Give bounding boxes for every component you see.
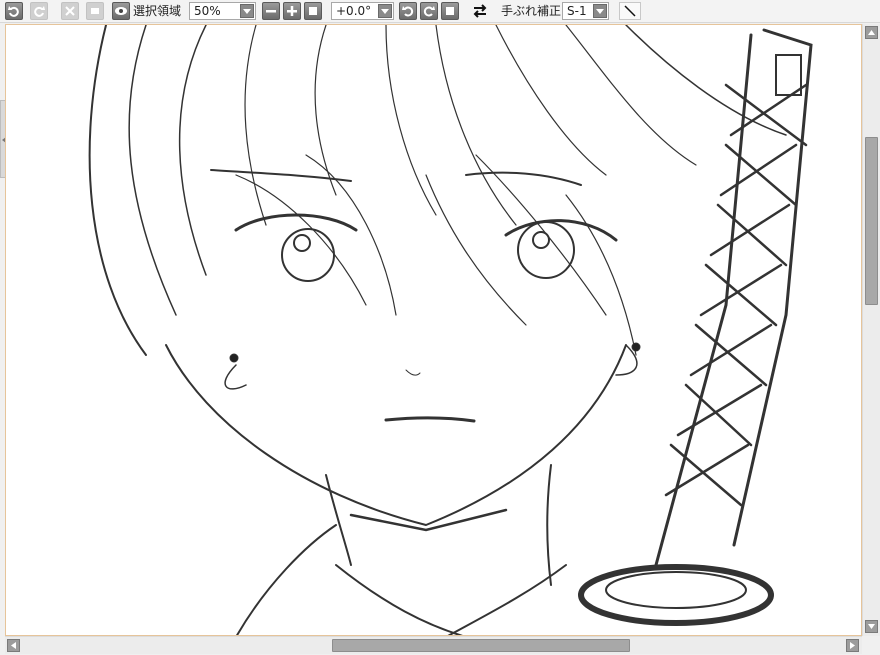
- rotate-right-button[interactable]: [420, 2, 438, 20]
- cut-icon: [65, 6, 75, 16]
- line-tool-button[interactable]: [619, 2, 641, 20]
- zoom-select[interactable]: 50%: [189, 2, 256, 20]
- chevron-down-icon: [593, 4, 607, 18]
- redo-button[interactable]: [30, 2, 48, 20]
- undo-button[interactable]: [5, 2, 23, 20]
- rotate-left-button[interactable]: [399, 2, 417, 20]
- plus-icon: [287, 6, 297, 16]
- stabilizer-label: 手ぶれ補正: [501, 4, 562, 18]
- flip-horizontal-button[interactable]: [470, 2, 490, 20]
- scroll-up-button[interactable]: [865, 26, 878, 39]
- minus-icon: [266, 10, 276, 13]
- eye-icon: [115, 7, 127, 15]
- zoom-reset-button[interactable]: [304, 2, 322, 20]
- top-toolbar: 選択領域 50% +0.0° 手ぶれ補正 S-1: [0, 0, 880, 23]
- rotation-reset-button[interactable]: [441, 2, 459, 20]
- chevron-left-icon: [11, 642, 16, 649]
- square-icon: [446, 7, 454, 15]
- redo-icon: [34, 6, 45, 17]
- vertical-scrollbar[interactable]: [862, 24, 880, 636]
- vertical-scroll-thumb[interactable]: [865, 137, 878, 305]
- sketch-artwork: [88, 25, 813, 635]
- zoom-in-button[interactable]: [283, 2, 301, 20]
- horizontal-scroll-thumb[interactable]: [332, 639, 630, 652]
- square-icon: [309, 7, 317, 15]
- rotate-left-icon: [402, 6, 414, 17]
- chevron-down-icon: [868, 624, 875, 629]
- chevron-right-icon: [850, 642, 855, 649]
- clear-button[interactable]: [86, 2, 104, 20]
- zoom-out-button[interactable]: [262, 2, 280, 20]
- scroll-right-button[interactable]: [846, 639, 859, 652]
- scroll-down-button[interactable]: [865, 620, 878, 633]
- flip-icon: [473, 4, 487, 18]
- selection-view-toggle[interactable]: [112, 2, 130, 20]
- stabilizer-value: S-1: [567, 4, 587, 18]
- chevron-down-icon: [378, 4, 392, 18]
- rotation-value: +0.0°: [336, 4, 372, 18]
- drawing-canvas[interactable]: [5, 24, 862, 636]
- cut-button[interactable]: [61, 2, 79, 20]
- rotate-right-icon: [423, 6, 435, 17]
- rotation-select[interactable]: +0.0°: [331, 2, 394, 20]
- zoom-value: 50%: [194, 4, 221, 18]
- chevron-up-icon: [868, 30, 875, 35]
- horizontal-scrollbar[interactable]: [5, 636, 862, 654]
- stabilizer-select[interactable]: S-1: [562, 2, 609, 20]
- scroll-left-button[interactable]: [7, 639, 20, 652]
- chevron-down-icon: [240, 4, 254, 18]
- undo-icon: [8, 6, 19, 17]
- clear-icon: [91, 8, 99, 14]
- selection-view-label: 選択領域: [133, 4, 182, 18]
- line-icon: [624, 5, 636, 17]
